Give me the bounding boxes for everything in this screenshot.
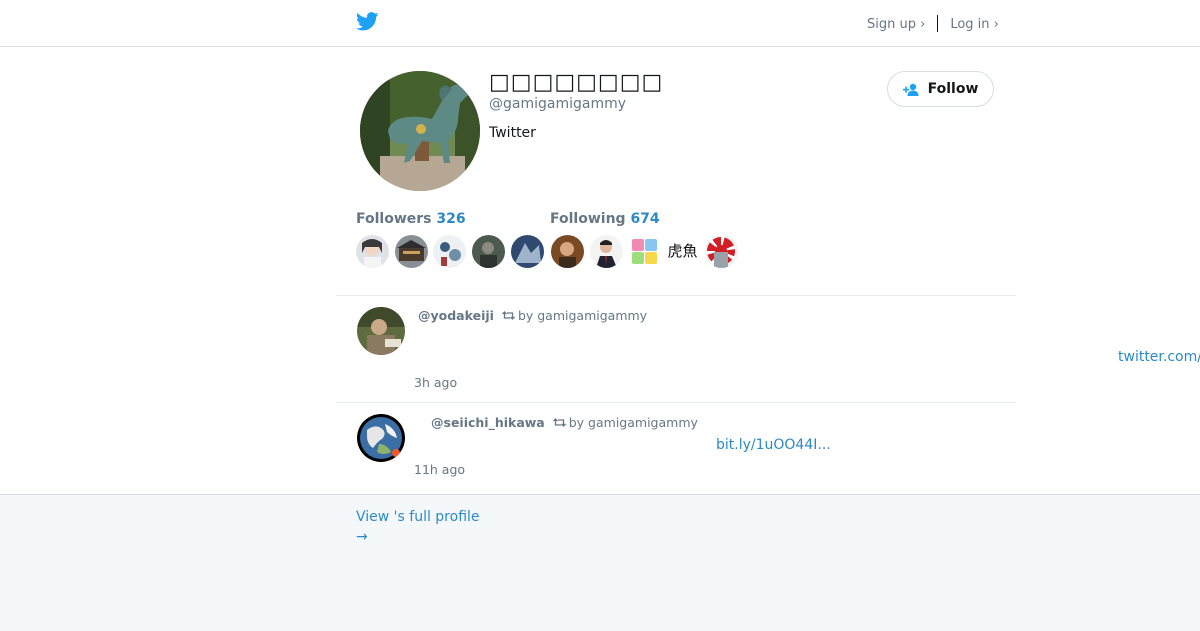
following-stat[interactable]: Following 674 xyxy=(550,211,660,227)
follow-button[interactable]: Follow xyxy=(887,71,994,107)
tweet-avatar[interactable] xyxy=(357,307,405,355)
profile-avatar[interactable] xyxy=(360,71,480,191)
arrow-right-icon: → xyxy=(356,529,368,545)
following-avatar[interactable] xyxy=(551,235,584,268)
retweet-line: @yodakeiji by gamigamigammy xyxy=(418,308,647,323)
tweet-link[interactable]: twitter.com/ xyxy=(1118,349,1200,365)
divider xyxy=(336,402,1016,403)
following-avatar[interactable] xyxy=(590,235,623,268)
divider xyxy=(336,295,1016,296)
profile-handle[interactable]: @gamigamigammy xyxy=(489,96,626,112)
retweet-icon xyxy=(552,418,566,427)
following-count: 674 xyxy=(630,211,660,227)
tweet-avatar[interactable] xyxy=(357,414,405,462)
follower-avatar[interactable] xyxy=(511,235,544,268)
followers-stat[interactable]: Followers 326 xyxy=(356,211,466,227)
following-label: Following xyxy=(550,211,626,227)
signup-link[interactable]: Sign up › xyxy=(867,17,925,32)
twitter-bird-icon[interactable] xyxy=(356,12,379,31)
nav-separator xyxy=(937,15,939,32)
follower-avatar[interactable] xyxy=(433,235,466,268)
profile-bio: Twitter xyxy=(489,125,536,141)
follower-avatar[interactable] xyxy=(356,235,389,268)
follower-avatar[interactable] xyxy=(395,235,428,268)
follow-button-label: Follow xyxy=(927,81,979,97)
tweet-username[interactable]: @yodakeiji xyxy=(418,308,494,323)
follower-avatar[interactable] xyxy=(472,235,505,268)
tweet-link[interactable]: bit.ly/1uOO44I... xyxy=(716,437,831,453)
followers-count: 326 xyxy=(436,211,466,227)
following-avatar[interactable] xyxy=(628,235,661,268)
full-profile-label: View 's full profile xyxy=(356,509,480,525)
retweet-line: @seiichi_hikawa by gamigamigammy xyxy=(431,415,698,430)
top-nav: Sign up › Log in › xyxy=(867,15,999,32)
following-avatar[interactable] xyxy=(705,235,738,268)
tweet-username[interactable]: @seiichi_hikawa xyxy=(431,415,545,430)
followers-label: Followers xyxy=(356,211,432,227)
login-link[interactable]: Log in › xyxy=(950,17,999,32)
retweeted-by: by gamigamigammy xyxy=(568,415,698,430)
top-bar: Sign up › Log in › xyxy=(0,0,1200,47)
retweet-icon xyxy=(501,311,515,320)
add-user-icon xyxy=(902,83,919,96)
footer: View 's full profile → xyxy=(0,494,1200,631)
tweet-time[interactable]: 11h ago xyxy=(414,462,465,477)
retweeted-by: by gamigamigammy xyxy=(517,308,648,323)
display-name: □□□□□□□□ xyxy=(489,70,664,95)
following-avatar-kanji[interactable]: 虎魚 xyxy=(666,235,699,268)
view-full-profile-link[interactable]: View 's full profile → xyxy=(356,507,480,547)
tweet-time[interactable]: 3h ago xyxy=(414,375,457,390)
